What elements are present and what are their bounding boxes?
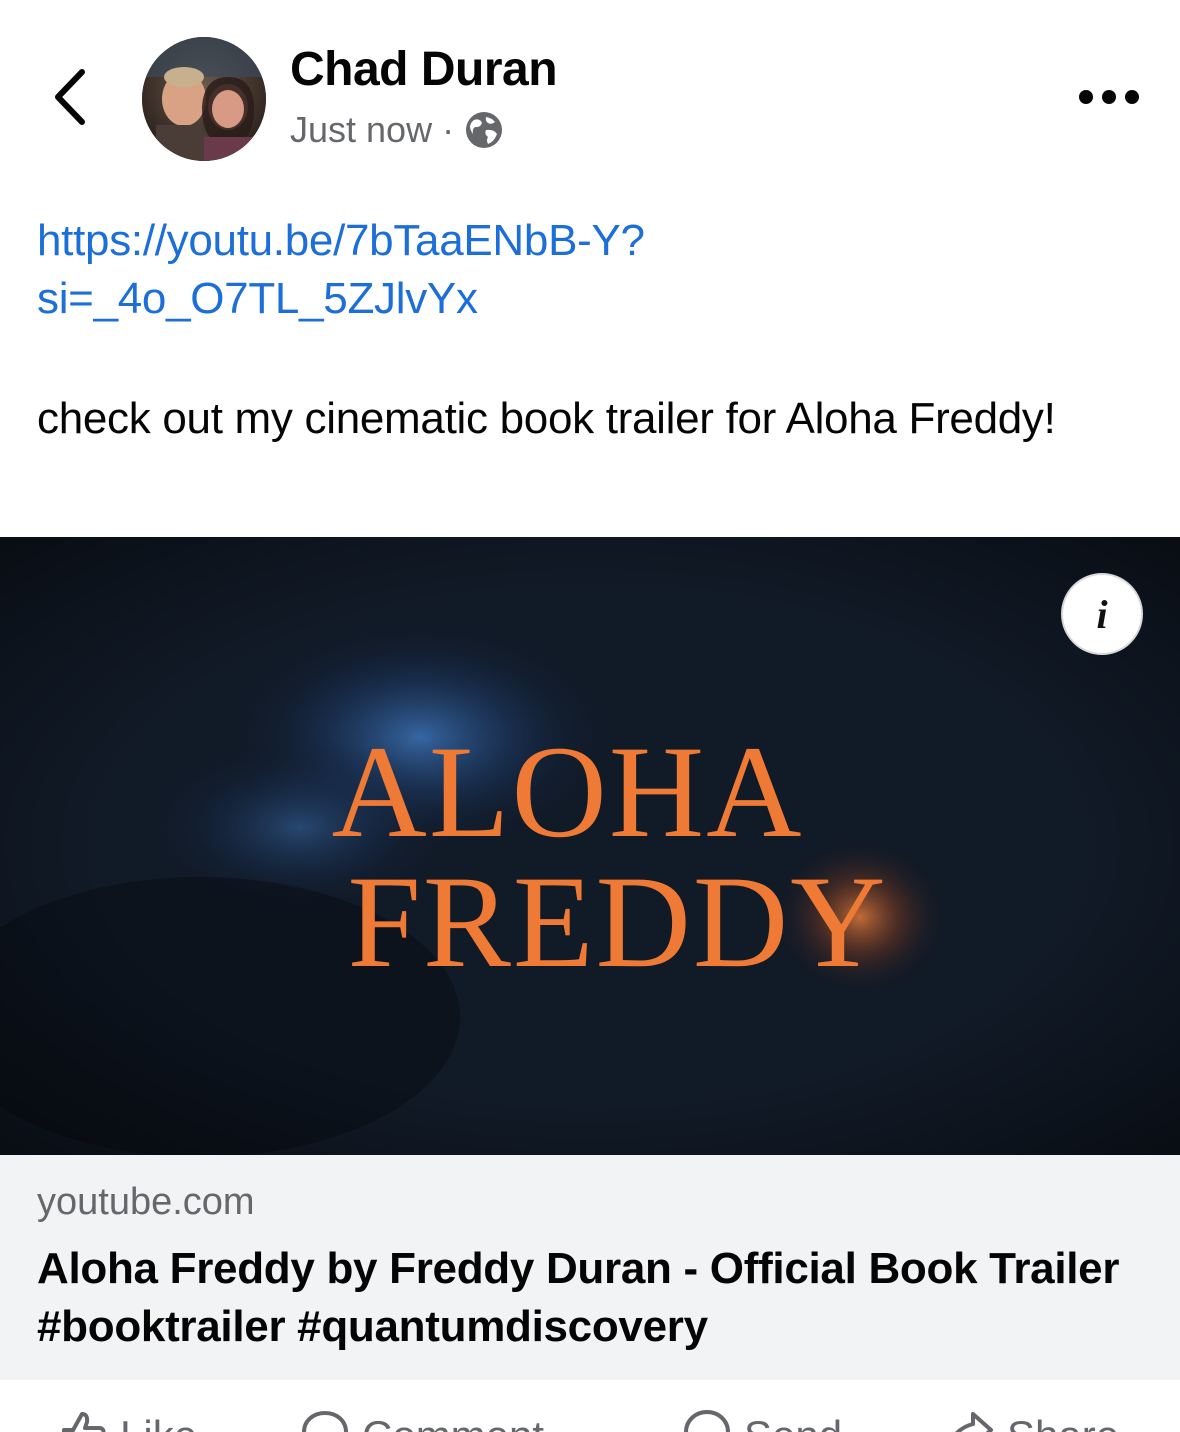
post-text: check out my cinematic book trailer for … (37, 394, 1056, 443)
post-meta: Just now · (290, 108, 504, 152)
chevron-left-icon (55, 69, 85, 125)
like-button[interactable]: Like (58, 1408, 197, 1432)
thumbs-up-icon (62, 1412, 106, 1432)
post-timestamp[interactable]: Just now (290, 109, 432, 151)
avatar[interactable] (142, 37, 266, 161)
globe-icon (466, 112, 503, 148)
link-card[interactable]: youtube.com Aloha Freddy by Freddy Duran… (0, 1155, 1180, 1380)
messenger-icon (684, 1410, 730, 1432)
preview-title: ALOHA FREDDY (0, 718, 1180, 995)
preview-title-line1: ALOHA (331, 718, 804, 865)
send-label: Send (744, 1412, 842, 1432)
link-title: Aloha Freddy by Freddy Duran - Official … (37, 1244, 1120, 1351)
post-actions-bar: Like Comment Send Share (0, 1380, 1180, 1432)
send-button[interactable]: Send (682, 1408, 842, 1432)
more-horizontal-icon (1079, 90, 1139, 104)
comment-label: Comment (362, 1412, 544, 1432)
share-label: Share (1007, 1412, 1119, 1432)
back-button[interactable] (46, 66, 96, 128)
author-name[interactable]: Chad Duran (290, 42, 558, 97)
post-header: Chad Duran Just now · (0, 0, 1180, 180)
comment-button[interactable]: Comment (300, 1408, 544, 1432)
link-domain: youtube.com (37, 1181, 255, 1223)
more-options-button[interactable] (1076, 80, 1142, 114)
like-label: Like (120, 1412, 197, 1432)
info-icon[interactable]: i (1061, 573, 1143, 655)
share-button[interactable]: Share (945, 1408, 1119, 1432)
video-preview[interactable]: ALOHA FREDDY i (0, 537, 1180, 1155)
comment-icon (302, 1411, 348, 1432)
post-link[interactable]: https://youtu.be/7bTaaENbB-Y? si=_4o_O7T… (37, 212, 1137, 328)
meta-separator: · (442, 109, 455, 150)
share-icon (955, 1412, 993, 1432)
preview-title-line2: FREDDY (347, 848, 888, 995)
